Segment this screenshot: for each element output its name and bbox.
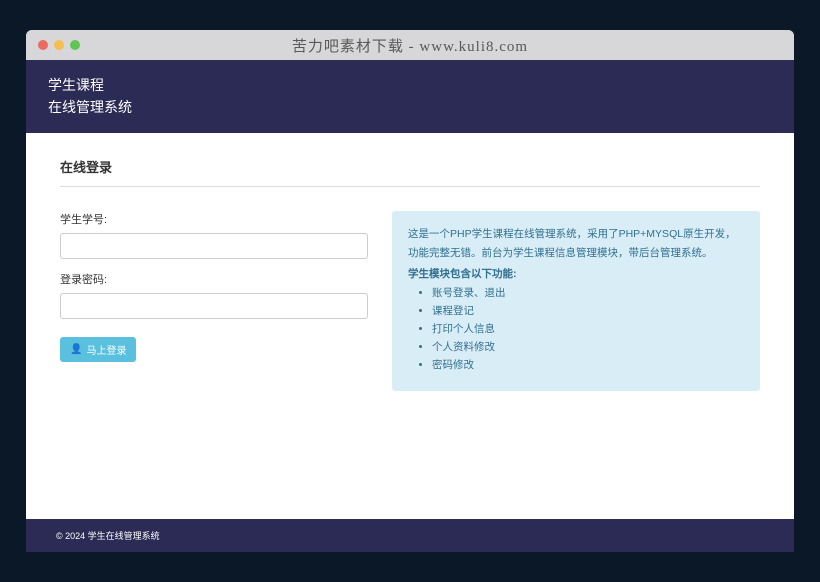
info-description: 这是一个PHP学生课程在线管理系统，采用了PHP+MYSQL原生开发，功能完整无…: [408, 225, 744, 263]
login-form: 学生学号: 登录密码: 👤 马上登录: [60, 211, 368, 391]
minimize-icon[interactable]: [54, 40, 64, 50]
layout-columns: 学生学号: 登录密码: 👤 马上登录 这是一个PHP学生课程在线管理系统，采用了: [60, 211, 760, 391]
login-button-label: 马上登录: [86, 342, 126, 357]
list-item: 账号登录、退出: [432, 285, 744, 303]
browser-window: 苦力吧素材下载 - www.kuli8.com 学生课程 在线管理系统 在线登录…: [26, 30, 794, 552]
app-title-line1: 学生课程: [48, 74, 794, 96]
window-controls: [38, 40, 80, 50]
close-icon[interactable]: [38, 40, 48, 50]
maximize-icon[interactable]: [70, 40, 80, 50]
list-item: 个人资料修改: [432, 339, 744, 357]
student-id-input[interactable]: [60, 233, 368, 259]
password-group: 登录密码:: [60, 271, 368, 319]
copyright-text: © 2024 学生在线管理系统: [56, 531, 160, 541]
info-box: 这是一个PHP学生课程在线管理系统，采用了PHP+MYSQL原生开发，功能完整无…: [392, 211, 760, 391]
password-input[interactable]: [60, 293, 368, 319]
password-label: 登录密码:: [60, 271, 368, 287]
list-item: 密码修改: [432, 357, 744, 375]
info-subtitle: 学生模块包含以下功能:: [408, 265, 744, 284]
app-header: 学生课程 在线管理系统: [26, 60, 794, 133]
login-button[interactable]: 👤 马上登录: [60, 337, 136, 362]
user-icon: 👤: [70, 344, 82, 355]
browser-titlebar: 苦力吧素材下载 - www.kuli8.com: [26, 30, 794, 60]
student-id-group: 学生学号:: [60, 211, 368, 259]
content-area: 在线登录 学生学号: 登录密码: 👤 马上登录: [26, 133, 794, 552]
footer: © 2024 学生在线管理系统: [26, 519, 794, 552]
list-item: 课程登记: [432, 303, 744, 321]
list-item: 打印个人信息: [432, 321, 744, 339]
feature-list: 账号登录、退出 课程登记 打印个人信息 个人资料修改 密码修改: [408, 285, 744, 374]
page-title: 在线登录: [60, 157, 760, 187]
student-id-label: 学生学号:: [60, 211, 368, 227]
info-column: 这是一个PHP学生课程在线管理系统，采用了PHP+MYSQL原生开发，功能完整无…: [392, 211, 760, 391]
main-panel: 在线登录 学生学号: 登录密码: 👤 马上登录: [26, 133, 794, 519]
app-title-line2: 在线管理系统: [48, 96, 794, 118]
browser-title: 苦力吧素材下载 - www.kuli8.com: [26, 35, 794, 56]
